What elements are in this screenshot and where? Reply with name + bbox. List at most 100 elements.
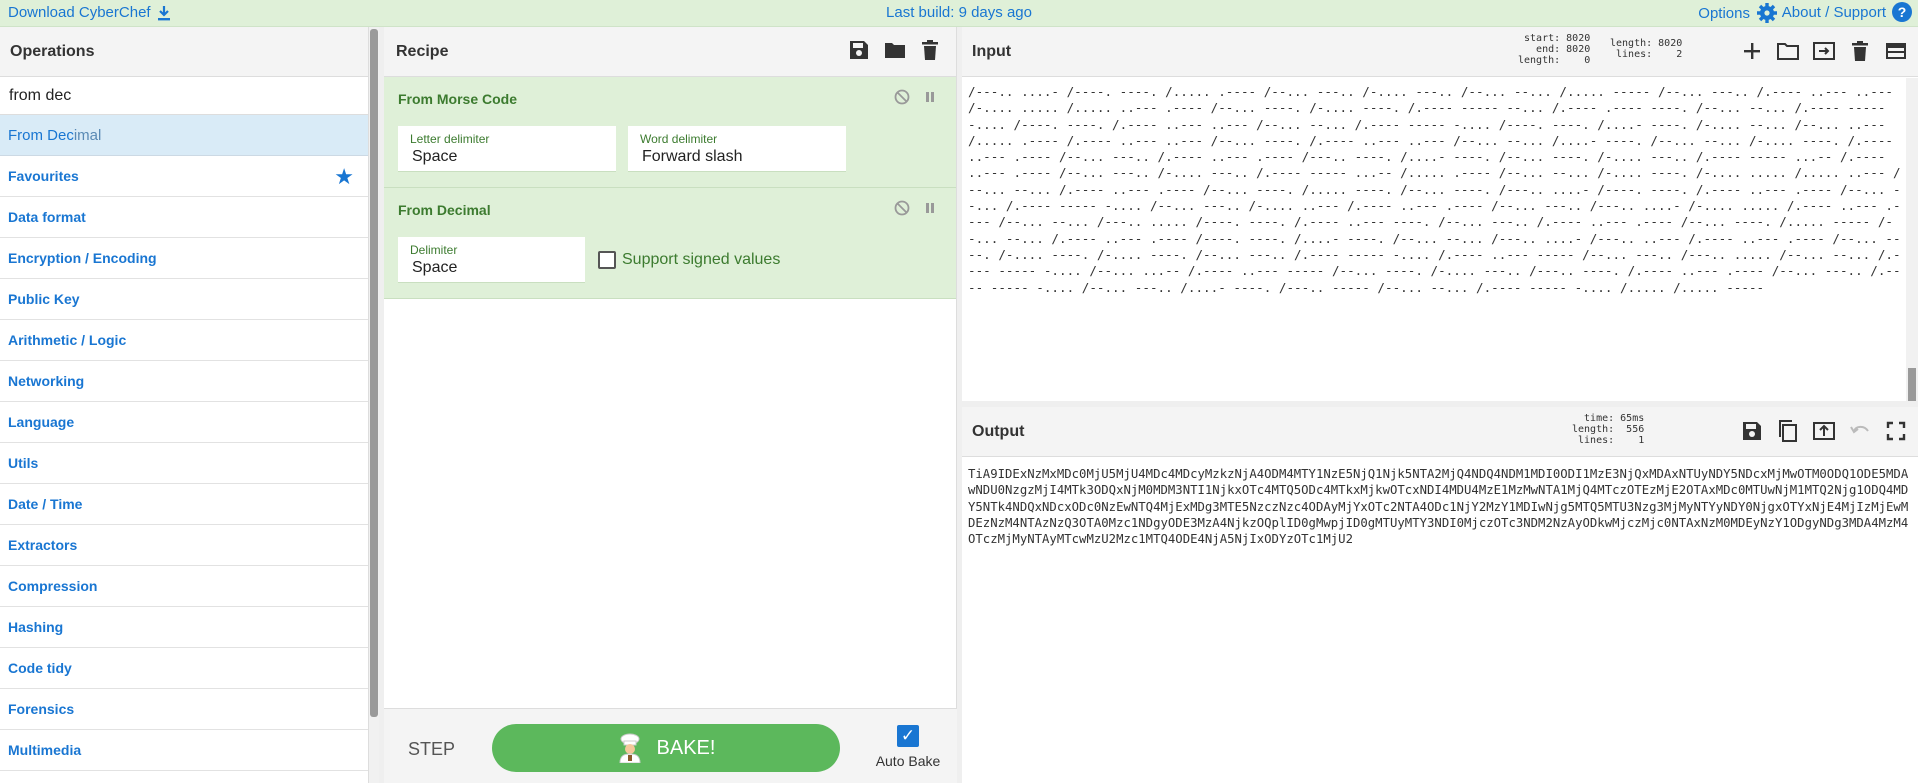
category-label: Forensics [8, 701, 75, 717]
disable-icon[interactable] [894, 200, 910, 216]
category-compression[interactable]: Compression [0, 566, 368, 607]
checkbox-box[interactable] [598, 251, 616, 269]
category-networking[interactable]: Networking [0, 361, 368, 402]
last-build-text: Last build: 9 days ago [886, 4, 1032, 21]
checkbox-checked-icon[interactable]: ✓ [897, 725, 919, 747]
bake-bar: STEP BAKE! ✓ Auto Bake [384, 708, 957, 783]
top-banner: Download CyberChef Last build: 9 days ag… [0, 0, 1918, 27]
search-result-from-decimal[interactable]: From Decimal [0, 115, 368, 156]
category-label: Multimedia [8, 742, 82, 758]
bake-label: BAKE! [656, 736, 716, 759]
input-textarea[interactable]: /---.. ....- /----. ----. /..... .---- /… [964, 78, 1912, 363]
category-code-tidy[interactable]: Code tidy [0, 648, 368, 689]
checkbox-label: Support signed values [622, 251, 781, 268]
field-label: Delimiter [410, 243, 458, 257]
category-extractors[interactable]: Extractors [0, 525, 368, 566]
star-icon: ★ [334, 164, 354, 189]
about-label: About / Support [1781, 3, 1886, 21]
input-scrollbar[interactable] [1906, 78, 1918, 428]
category-forensics[interactable]: Forensics [0, 689, 368, 730]
open-folder-icon[interactable] [1776, 39, 1800, 63]
letter-delimiter-field[interactable]: Letter delimiter Space [398, 126, 616, 172]
category-language[interactable]: Language [0, 402, 368, 443]
recipe-panel: Recipe From Morse Code Letter delimiter … [384, 27, 957, 783]
category-utils[interactable]: Utils [0, 443, 368, 484]
maximize-icon[interactable] [1884, 419, 1908, 443]
category-encryption-encoding[interactable]: Encryption / Encoding [0, 238, 368, 279]
operations-scrollbar[interactable] [369, 27, 379, 783]
category-label: Extractors [8, 537, 78, 553]
category-public-key[interactable]: Public Key [0, 279, 368, 320]
category-label: Encryption / Encoding [8, 250, 157, 266]
bake-button[interactable]: BAKE! [492, 724, 840, 772]
clear-input-icon[interactable] [1848, 39, 1872, 63]
field-value: Space [412, 259, 458, 276]
category-favourites[interactable]: Favourites ★ [0, 156, 368, 197]
options-link[interactable]: Options [1698, 2, 1778, 24]
category-label: Favourites [8, 168, 79, 184]
category-data-format[interactable]: Data format [0, 197, 368, 238]
field-label: Word delimiter [640, 132, 718, 146]
input-title: Input [972, 43, 1012, 60]
delimiter-field[interactable]: Delimiter Space [398, 237, 585, 283]
trash-icon[interactable] [920, 39, 942, 61]
recipe-title: Recipe [396, 43, 449, 60]
recipe-op-from-morse-code[interactable]: From Morse Code Letter delimiter Space W… [384, 77, 956, 188]
category-label: Date / Time [8, 496, 83, 512]
replace-input-icon[interactable] [1812, 419, 1836, 443]
field-value: Forward slash [642, 148, 743, 165]
category-list: Favourites ★ Data format Encryption / Enc… [0, 156, 368, 771]
result-match-text: From Dec [8, 127, 74, 144]
op-title: From Morse Code [398, 91, 518, 107]
auto-bake-checkbox[interactable]: ✓ Auto Bake [868, 725, 948, 769]
layout-icon[interactable] [1884, 39, 1908, 63]
category-label: Arithmetic / Logic [8, 332, 127, 348]
save-output-icon[interactable] [1740, 419, 1764, 443]
category-label: Compression [8, 578, 98, 594]
output-text[interactable]: TiA9IDExNzMxMDc0MjU5MjU4MDc4MDcyMzkzNjA4… [964, 458, 1914, 783]
undo-icon[interactable] [1848, 419, 1872, 443]
operations-title: Operations [0, 27, 368, 77]
input-stats-left: start: 8020 end: 8020 length: 0 [1518, 33, 1591, 66]
category-label: Hashing [8, 619, 64, 635]
input-stats-right: length: 8020 lines: 2 [1610, 38, 1683, 60]
category-label: Utils [8, 455, 39, 471]
disable-icon[interactable] [894, 89, 910, 105]
add-tab-icon[interactable] [1740, 39, 1764, 63]
output-header: Output time: 65ms length: 556 lines: 1 [962, 407, 1918, 457]
folder-icon[interactable] [884, 39, 906, 61]
operations-search-input[interactable] [0, 77, 368, 115]
pause-icon[interactable] [924, 89, 936, 105]
category-label: Public Key [8, 291, 80, 307]
result-rest-text: imal [73, 127, 102, 144]
input-header: Input start: 8020 end: 8020 length: 0 le… [962, 27, 1918, 77]
pause-icon[interactable] [924, 200, 936, 216]
load-file-icon[interactable] [1812, 39, 1836, 63]
output-title: Output [972, 423, 1025, 440]
copy-icon[interactable] [1776, 419, 1800, 443]
step-button[interactable]: STEP [408, 739, 455, 760]
op-title: From Decimal [398, 202, 491, 218]
category-date-time[interactable]: Date / Time [0, 484, 368, 525]
category-label: Data format [8, 209, 86, 225]
category-arithmetic-logic[interactable]: Arithmetic / Logic [0, 320, 368, 361]
recipe-header: Recipe [384, 27, 956, 77]
output-stats: time: 65ms length: 556 lines: 1 [1572, 413, 1645, 446]
gear-icon [1756, 2, 1778, 24]
auto-bake-label: Auto Bake [875, 753, 941, 769]
scrollbar-thumb[interactable] [370, 29, 378, 717]
options-label: Options [1698, 4, 1750, 22]
support-signed-values-checkbox[interactable]: Support signed values [598, 251, 780, 269]
category-label: Networking [8, 373, 85, 389]
category-multimedia[interactable]: Multimedia [0, 730, 368, 771]
recipe-op-from-decimal[interactable]: From Decimal Delimiter Space Support sig… [384, 188, 956, 299]
operations-panel: Operations From Decimal Favourites ★ Data… [0, 27, 369, 783]
word-delimiter-field[interactable]: Word delimiter Forward slash [628, 126, 846, 172]
category-label: Code tidy [8, 660, 72, 676]
save-icon[interactable] [848, 39, 870, 61]
help-icon: ? [1892, 2, 1912, 22]
field-label: Letter delimiter [410, 132, 490, 146]
about-support-link[interactable]: About / Support ? [1782, 2, 1912, 22]
category-hashing[interactable]: Hashing [0, 607, 368, 648]
chef-icon [617, 733, 643, 763]
